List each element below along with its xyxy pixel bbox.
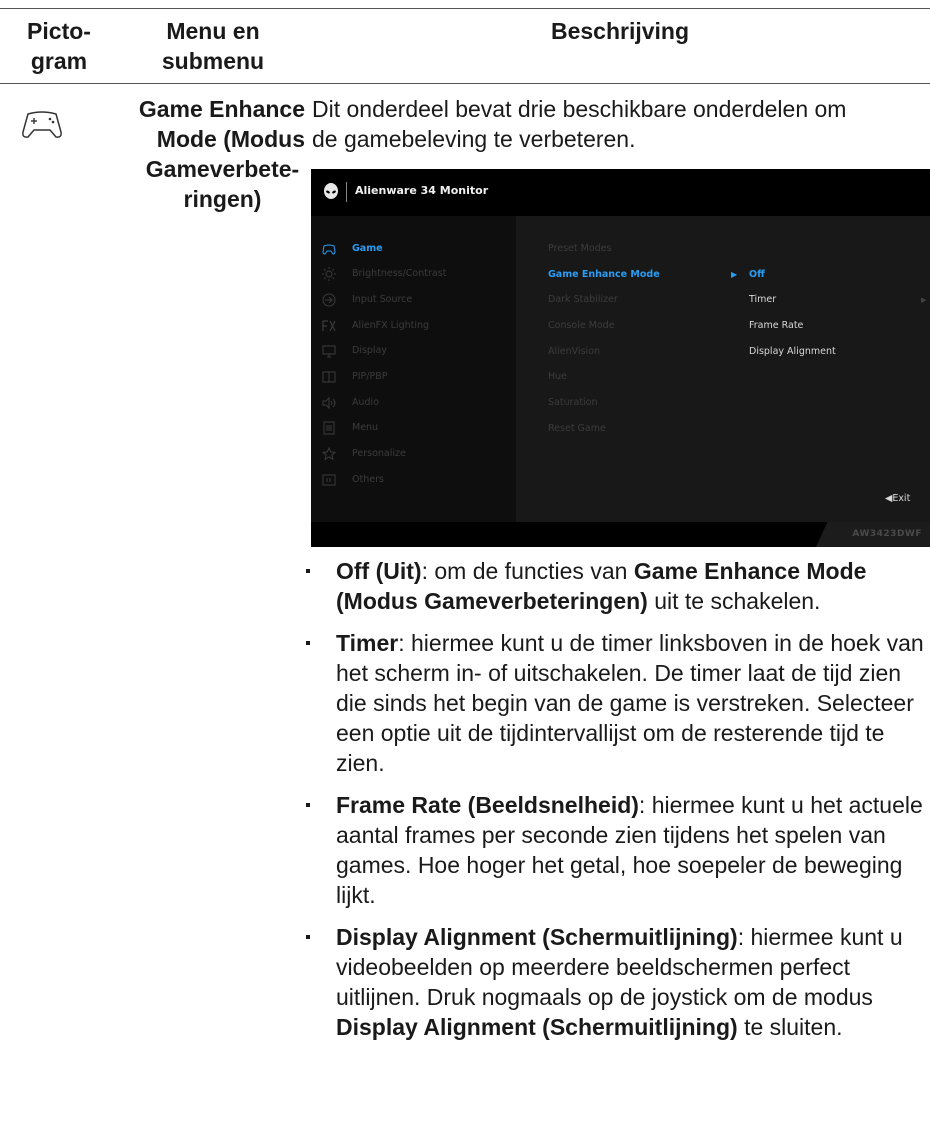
intro-text: Dit onderdeel bevat drie beschikbare ond… — [312, 94, 924, 154]
menu-icon — [323, 421, 335, 435]
osd-screenshot: Alienware 34 Monitor Game Brightness/Con… — [311, 169, 930, 547]
option-term: Timer — [336, 630, 399, 656]
osd-menu-label: Audio — [352, 397, 380, 408]
osd-submenu-reset-game[interactable]: Reset Game — [548, 423, 606, 434]
input-source-icon — [322, 293, 336, 307]
option-descriptions: Off (Uit): om de functies van Game Enhan… — [305, 556, 930, 1054]
others-icon — [322, 474, 336, 486]
osd-option-timer[interactable]: Timer — [749, 294, 776, 305]
list-item: Off (Uit): om de functies van Game Enhan… — [305, 556, 930, 616]
osd-submenu-saturation[interactable]: Saturation — [548, 397, 598, 408]
osd-menu-label: Personalize — [352, 448, 406, 459]
osd-option-frame-rate[interactable]: Frame Rate — [749, 320, 803, 331]
bullet-icon — [306, 935, 310, 939]
osd-model-label: AW3423DWF — [852, 529, 922, 539]
bullet-icon — [306, 569, 310, 573]
option-text: : om de functies van — [421, 558, 634, 584]
option-text: te sluiten. — [737, 1014, 843, 1040]
osd-model-tab: AW3423DWF — [816, 522, 930, 547]
intro-line: de gamebeleving te verbeteren. — [312, 126, 636, 152]
star-icon — [322, 447, 336, 461]
osd-option-display-alignment[interactable]: Display Alignment — [749, 346, 836, 357]
osd-submenu-dark-stabilizer[interactable]: Dark Stabilizer — [548, 294, 618, 305]
osd-menu-label: Brightness/Contrast — [352, 268, 447, 279]
osd-menu-label: Menu — [352, 422, 379, 433]
intro-line: Dit onderdeel bevat drie beschikbare ond… — [312, 96, 847, 122]
bullet-icon — [306, 803, 310, 807]
osd-exit-label: Exit — [892, 493, 911, 504]
bullet-icon — [306, 641, 310, 645]
brightness-icon — [322, 267, 336, 281]
osd-menu-label: Others — [352, 474, 384, 485]
audio-icon — [322, 396, 336, 410]
osd-menu-column — [311, 216, 516, 522]
osd-menu-label: Game — [352, 243, 383, 254]
display-icon — [322, 345, 336, 358]
selected-arrow-icon: ▶ — [731, 270, 738, 279]
header-rule — [0, 83, 930, 84]
osd-submenu-console-mode[interactable]: Console Mode — [548, 320, 615, 331]
header-description: Beschrijving — [550, 18, 690, 44]
option-term: Display Alignment (Schermuitlijning) — [336, 1014, 738, 1040]
osd-submenu-preset-modes[interactable]: Preset Modes — [548, 243, 611, 254]
osd-title-separator — [346, 182, 347, 202]
gamepad-icon — [322, 244, 336, 255]
osd-submenu-game-enhance-mode[interactable]: Game Enhance Mode — [548, 269, 660, 280]
option-term: Frame Rate (Beeldsnelheid) — [336, 792, 639, 818]
osd-menu-label: Input Source — [352, 294, 413, 305]
list-item: Display Alignment (Schermuitlijning): hi… — [305, 922, 930, 1042]
menu-name-line: Gameverbete- — [145, 156, 300, 182]
option-term: Display Alignment (Schermuitlijning) — [336, 924, 738, 950]
osd-submenu-hue[interactable]: Hue — [548, 371, 567, 382]
header-pictogram: Picto- gram — [27, 18, 91, 74]
osd-option-off[interactable]: Off — [749, 269, 765, 280]
table-top-rule — [0, 8, 930, 9]
menu-name-line: ringen) — [183, 186, 262, 212]
osd-menu-label: AlienFX Lighting — [352, 320, 430, 331]
option-term: Off (Uit) — [336, 558, 422, 584]
menu-name: Game Enhance Mode (Modus Gameverbete- ri… — [100, 94, 305, 214]
list-item: Frame Rate (Beeldsnelheid): hiermee kunt… — [305, 790, 930, 910]
list-item: Timer: hiermee kunt u de timer linksbove… — [305, 628, 930, 778]
gamepad-icon — [22, 111, 62, 138]
option-text: : hiermee kunt u de timer linksboven in … — [336, 630, 924, 776]
chevron-right-icon: ▶ — [921, 296, 927, 304]
osd-exit-button[interactable]: ◀Exit — [885, 493, 910, 504]
osd-submenu-alienvision[interactable]: AlienVision — [548, 346, 600, 357]
option-text: uit te schakelen. — [647, 588, 821, 614]
pip-icon — [322, 371, 336, 383]
osd-menu-label: PIP/PBP — [352, 371, 388, 382]
osd-submenu-column — [516, 216, 930, 522]
header-menu: Menu en submenu — [161, 18, 265, 74]
alienware-logo-icon — [324, 183, 338, 199]
fx-icon — [322, 320, 336, 332]
menu-name-line: Game Enhance — [138, 96, 305, 122]
osd-menu-label: Display — [352, 345, 388, 356]
menu-name-line: Mode (Modus — [156, 126, 305, 152]
osd-title: Alienware 34 Monitor — [355, 184, 489, 197]
